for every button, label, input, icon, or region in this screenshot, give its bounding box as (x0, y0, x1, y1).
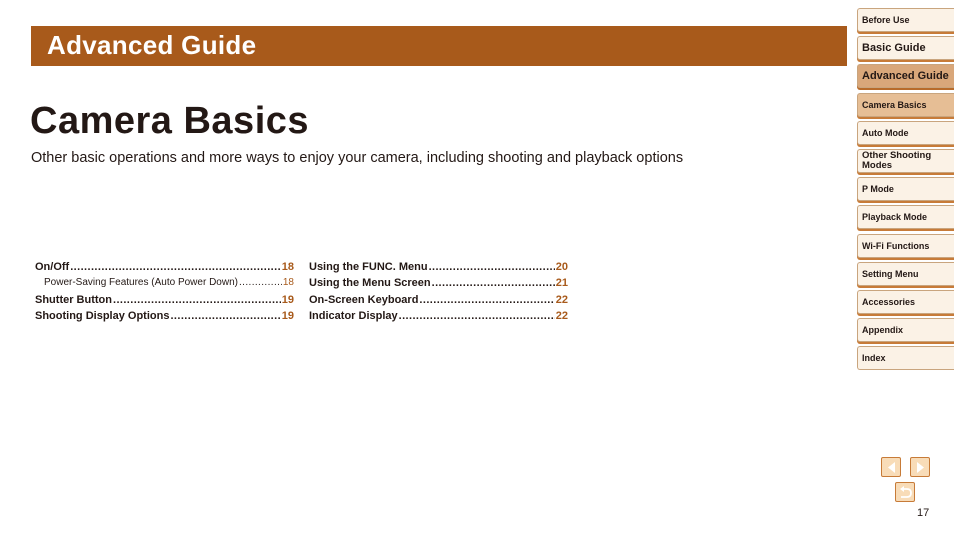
page-subtitle: Other basic operations and more ways to … (31, 150, 684, 166)
toc-leader-dots (399, 310, 555, 322)
toc-leader-dots (170, 310, 280, 322)
sidebar-item-label: Other Shooting Modes (862, 149, 932, 171)
toc-leader-dots (113, 294, 281, 306)
sidebar-item-playback-mode[interactable]: Playback Mode (857, 205, 954, 230)
toc-entry-page[interactable]: 21 (556, 277, 568, 289)
toc-entry-label: Indicator Display (309, 309, 398, 322)
sidebar-item-label: Auto Mode (862, 127, 909, 138)
section-banner: Advanced Guide (31, 26, 847, 66)
sidebar-item-label: Index (862, 353, 886, 364)
sidebar-item-appendix[interactable]: Appendix (857, 318, 954, 343)
sidebar-item-label: Appendix (862, 325, 904, 336)
sidebar-item-label: P Mode (862, 184, 894, 195)
toc-leader-dots (429, 261, 555, 273)
toc-entry[interactable]: Using the FUNC. Menu 20 (309, 261, 568, 277)
toc-entry-page[interactable]: 19 (282, 310, 294, 322)
toc-entry-page[interactable]: 22 (556, 310, 568, 322)
toc-entry-page[interactable]: 22 (556, 294, 568, 306)
toc-entry-label: On-Screen Keyboard (309, 293, 419, 306)
toc-entry-label: Power-Saving Features (Auto Power Down) (44, 277, 238, 289)
page-title: Camera Basics (30, 100, 310, 142)
toc-entry[interactable]: Shutter Button 19 (35, 294, 294, 310)
toc-entry-page[interactable]: 18 (283, 277, 294, 288)
toc-entry-label: Using the Menu Screen (309, 277, 431, 290)
toc-entry-label: On/Off (35, 261, 70, 273)
sidebar-item-advanced-guide[interactable]: Advanced Guide (857, 64, 954, 89)
return-button[interactable] (895, 482, 915, 502)
toc-entry-label: Shooting Display Options (35, 309, 170, 322)
toc-entry[interactable]: On/Off 18 (35, 261, 294, 277)
toc-leader-dots (419, 294, 554, 306)
toc-entry-page[interactable]: 20 (556, 261, 568, 273)
sidebar-item-label: Camera Basics (862, 99, 927, 110)
toc-entry-label: Shutter Button (35, 293, 112, 306)
toc-entry[interactable]: Using the Menu Screen 21 (309, 277, 568, 293)
sidebar-nav: Before Use Basic Guide Advanced Guide Ca… (857, 8, 954, 374)
return-arrow-icon (900, 486, 912, 498)
sidebar-item-label: Accessories (862, 296, 916, 307)
toc-leader-dots (239, 277, 282, 288)
banner-title: Advanced Guide (47, 30, 257, 60)
toc-column-1: On/Off 18 Power-Saving Features (Auto Pow… (35, 261, 294, 326)
page-number: 17 (917, 507, 930, 519)
previous-page-button[interactable] (881, 457, 901, 477)
sidebar-item-p-mode[interactable]: P Mode (857, 177, 954, 202)
toc-leader-dots (70, 261, 281, 273)
sidebar-item-label: Wi-Fi Functions (862, 240, 930, 251)
sidebar-item-auto-mode[interactable]: Auto Mode (857, 120, 954, 145)
triangle-left-icon (888, 462, 895, 473)
toc-leader-dots (432, 277, 555, 289)
sidebar-item-label: Basic Guide (862, 42, 926, 55)
toc-entry[interactable]: Indicator Display 22 (309, 310, 568, 326)
sidebar-item-other-shooting-modes[interactable]: Other Shooting Modes (857, 148, 954, 173)
toc-entry[interactable]: On-Screen Keyboard 22 (309, 294, 568, 310)
sidebar-item-label: Setting Menu (862, 268, 919, 279)
sidebar-item-label: Playback Mode (862, 212, 928, 223)
toc-entry-page[interactable]: 19 (282, 294, 294, 306)
sidebar-item-label: Before Use (862, 15, 910, 25)
toc-entry[interactable]: Shooting Display Options 19 (35, 310, 294, 326)
sidebar-item-label: Advanced Guide (862, 70, 949, 83)
toc-subentry[interactable]: Power-Saving Features (Auto Power Down) 1… (35, 277, 294, 293)
toc-entry-page[interactable]: 18 (282, 261, 294, 273)
sidebar-item-basic-guide[interactable]: Basic Guide (857, 36, 954, 61)
triangle-right-icon (917, 462, 924, 473)
sidebar-item-wifi-functions[interactable]: Wi-Fi Functions (857, 233, 954, 258)
next-page-button[interactable] (910, 457, 930, 477)
sidebar-item-index[interactable]: Index (857, 346, 954, 371)
toc-column-2: Using the FUNC. Menu 20 Using the Menu Sc… (309, 261, 568, 326)
sidebar-item-camera-basics[interactable]: Camera Basics (857, 92, 954, 117)
sidebar-item-setting-menu[interactable]: Setting Menu (857, 261, 954, 286)
toc-entry-label: Using the FUNC. Menu (309, 261, 428, 273)
sidebar-item-accessories[interactable]: Accessories (857, 289, 954, 314)
sidebar-item-before-use[interactable]: Before Use (857, 8, 954, 32)
